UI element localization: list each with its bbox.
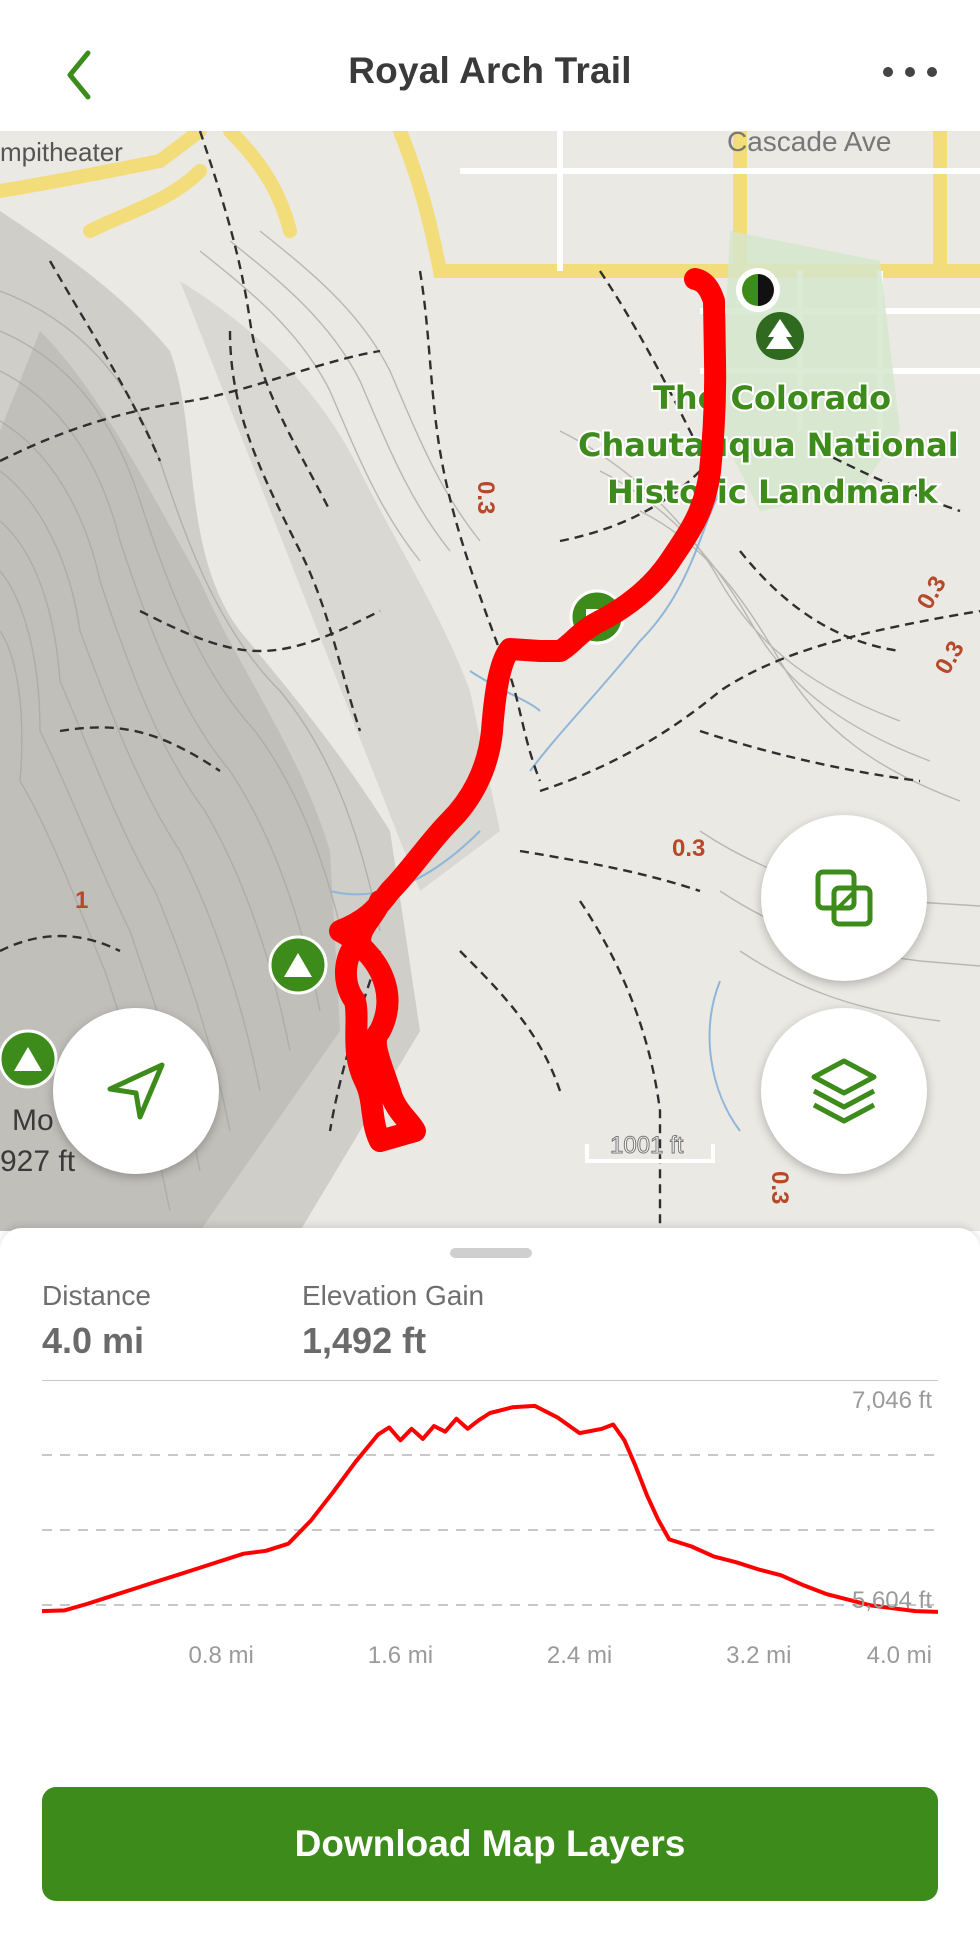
y-tick-label: 7,046 ft [852, 1387, 932, 1414]
landmark-label-3: Historic Landmark [607, 473, 938, 511]
trail-details-sheet: Distance 4.0 mi Elevation Gain 1,492 ft … [0, 1228, 980, 1943]
landmark-label-1: The Colorado [653, 379, 891, 417]
x-tick-label: 0.8 mi [189, 1642, 254, 1669]
peak-marker-icon[interactable] [268, 935, 328, 995]
peak-elevation-label: 927 ft [0, 1145, 76, 1178]
distance-value: 4.0 mi [42, 1320, 145, 1361]
elevation-profile-chart[interactable]: 7,046 ft 5,604 ft 0.8 mi 1.6 mi 2.4 mi 3.2 mi… [0, 1380, 980, 1670]
amphitheater-label: mpitheater [0, 137, 123, 167]
distance-label: 0.3 [672, 835, 705, 862]
overlay-squares-icon [815, 869, 873, 927]
map-layers-button[interactable] [761, 1008, 927, 1174]
landmark-label-2: Chautauqua National [578, 426, 959, 464]
more-options-button[interactable] [880, 52, 940, 92]
x-tick-label: 4.0 mi [867, 1642, 932, 1669]
elevation-gain-value: 1,492 ft [302, 1320, 427, 1361]
trail-map[interactable]: Cascade Ave mpitheater The Colorado Chau… [0, 131, 980, 1231]
x-tick-label: 1.6 mi [368, 1642, 433, 1669]
trail-start-marker-icon [736, 268, 780, 312]
distance-label: 0.3 [472, 481, 499, 514]
tree-marker-icon[interactable] [756, 312, 804, 360]
elevation-series-line [41, 1403, 939, 1614]
layers-icon [811, 1058, 877, 1124]
distance-label: 1 [75, 887, 88, 914]
navigation-arrow-icon [107, 1062, 165, 1120]
x-tick-label: 3.2 mi [726, 1642, 791, 1669]
y-tick-label: 5,604 ft [852, 1587, 932, 1614]
distance-label: 0.3 [766, 1171, 793, 1204]
street-label: Cascade Ave [727, 131, 892, 157]
page-title: Royal Arch Trail [348, 50, 632, 91]
peak-name-label: Mo [12, 1104, 54, 1137]
more-horizontal-icon [883, 67, 937, 77]
elevation-gain-label: Elevation Gain [302, 1280, 485, 1311]
sheet-drag-handle[interactable] [450, 1248, 532, 1258]
x-tick-label: 2.4 mi [547, 1642, 612, 1669]
app-header: Royal Arch Trail [0, 0, 980, 131]
locate-me-button[interactable] [53, 1008, 219, 1174]
peak-marker-icon[interactable] [0, 1029, 58, 1089]
scale-label: 1001 ft [610, 1132, 684, 1159]
distance-label: Distance [42, 1280, 151, 1311]
download-map-layers-button[interactable]: Download Map Layers [42, 1787, 938, 1901]
map-overlay-button[interactable] [761, 815, 927, 981]
